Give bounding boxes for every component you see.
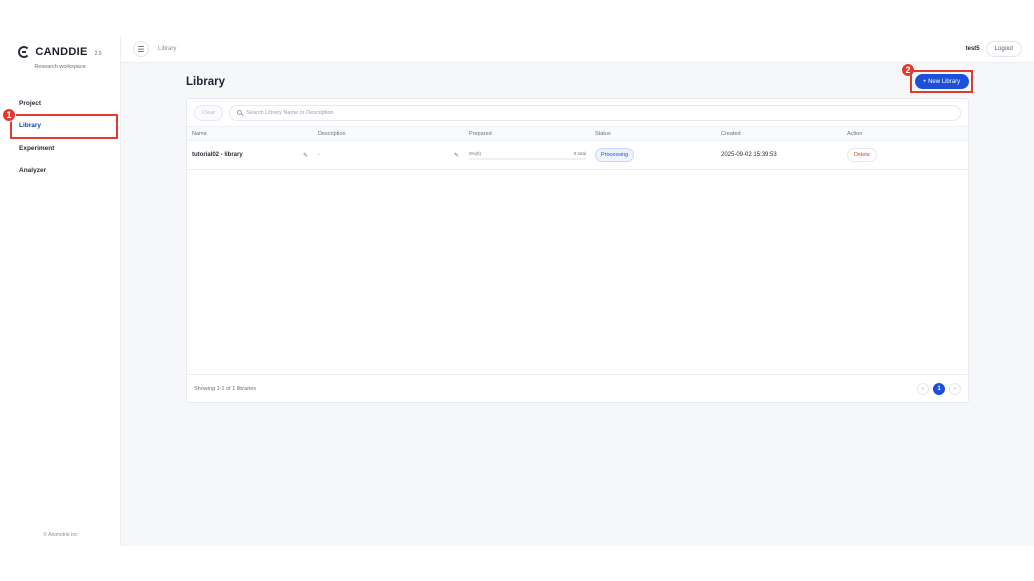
cell-created: 2025-09-02 15:39:53 (721, 152, 777, 158)
cell-action: Delete (847, 148, 967, 162)
brand: CANDDIE 2.0 (0, 36, 120, 58)
copyright: © Atomotrie Inc (43, 532, 78, 538)
column-header-action: Action (847, 130, 863, 137)
user-area: test5 Logout (966, 41, 1022, 57)
prepared-progress: 0%(0) 0 total (469, 151, 586, 160)
next-page-button[interactable]: › (949, 382, 961, 395)
pagination-summary: Showing 1-1 of 1 libraries (194, 385, 257, 392)
cell-status: Processing (595, 148, 721, 162)
library-description: - (318, 152, 320, 158)
brand-name: CANDDIE (35, 46, 88, 58)
topbar: ☰ Library test5 Logout (121, 36, 1034, 63)
cell-name: tutorial02 - library ✎ (192, 152, 318, 159)
sidebar: CANDDIE 2.0 Research workspace Project 1… (0, 36, 121, 546)
table-header: Name Description Prepared Status Created… (187, 126, 968, 141)
sidebar-item-label: Experiment (19, 144, 55, 152)
cell-prepared: 0%(0) 0 total (469, 151, 595, 160)
table-footer: Showing 1-1 of 1 libraries ‹ 1 › (187, 374, 968, 402)
progress-track (469, 157, 586, 160)
prepared-percent: 0%(0) (469, 150, 482, 156)
search-input[interactable] (246, 109, 447, 116)
main-area: ☰ Library test5 Logout Library 2 + New L… (121, 36, 1034, 546)
edit-description-icon[interactable]: ✎ (454, 152, 459, 159)
edit-name-icon[interactable]: ✎ (303, 152, 308, 159)
app-shell: CANDDIE 2.0 Research workspace Project 1… (0, 36, 1034, 546)
brand-logo-icon (18, 46, 31, 58)
highlight-box-1 (10, 113, 118, 139)
highlight-box-2: + New Library (910, 70, 973, 93)
sidebar-item-analyzer[interactable]: Analyzer (0, 160, 120, 183)
status-badge: Processing (595, 148, 635, 162)
search-icon (237, 110, 243, 115)
hamburger-menu-icon[interactable]: ☰ (133, 41, 149, 57)
prev-page-button[interactable]: ‹ (917, 382, 929, 395)
workspace-label: Research workspace (34, 64, 86, 70)
library-table-card: Clear Name Description Prepared Status C… (186, 98, 969, 403)
logout-button[interactable]: Logout (985, 41, 1022, 57)
pagination: ‹ 1 › (917, 382, 961, 395)
breadcrumb[interactable]: Library (158, 46, 176, 52)
clear-button[interactable]: Clear (194, 104, 224, 121)
sidebar-nav: Project 1 Library Experiment Analyzer (0, 92, 120, 182)
sidebar-item-label: Project (19, 99, 42, 107)
column-header-status[interactable]: Status (595, 131, 721, 137)
column-header-created[interactable]: Created (721, 131, 847, 137)
new-library-button[interactable]: + New Library (914, 74, 969, 89)
column-header-name[interactable]: Name (192, 131, 318, 137)
search-box[interactable] (229, 104, 961, 121)
column-header-prepared[interactable]: Prepared (469, 131, 595, 137)
page-title: Library (186, 76, 225, 88)
prepared-total: 0 total (573, 150, 586, 156)
step-badge-1: 1 (2, 107, 16, 122)
sidebar-item-project[interactable]: Project (0, 92, 120, 115)
page-1-button[interactable]: 1 (933, 382, 945, 395)
library-name[interactable]: tutorial02 - library (192, 152, 243, 158)
brand-version: 2.0 (94, 50, 102, 57)
table-row[interactable]: tutorial02 - library ✎ - ✎ 0%(0) 0 total (187, 141, 968, 170)
search-row: Clear (187, 99, 968, 126)
delete-button[interactable]: Delete (847, 148, 877, 162)
username: test5 (965, 46, 980, 52)
column-header-description[interactable]: Description (318, 131, 469, 137)
cell-description: - ✎ (318, 152, 469, 159)
sidebar-item-library[interactable]: 1 Library (0, 107, 120, 139)
sidebar-item-label: Analyzer (19, 167, 47, 175)
sidebar-item-experiment[interactable]: Experiment (0, 137, 120, 160)
